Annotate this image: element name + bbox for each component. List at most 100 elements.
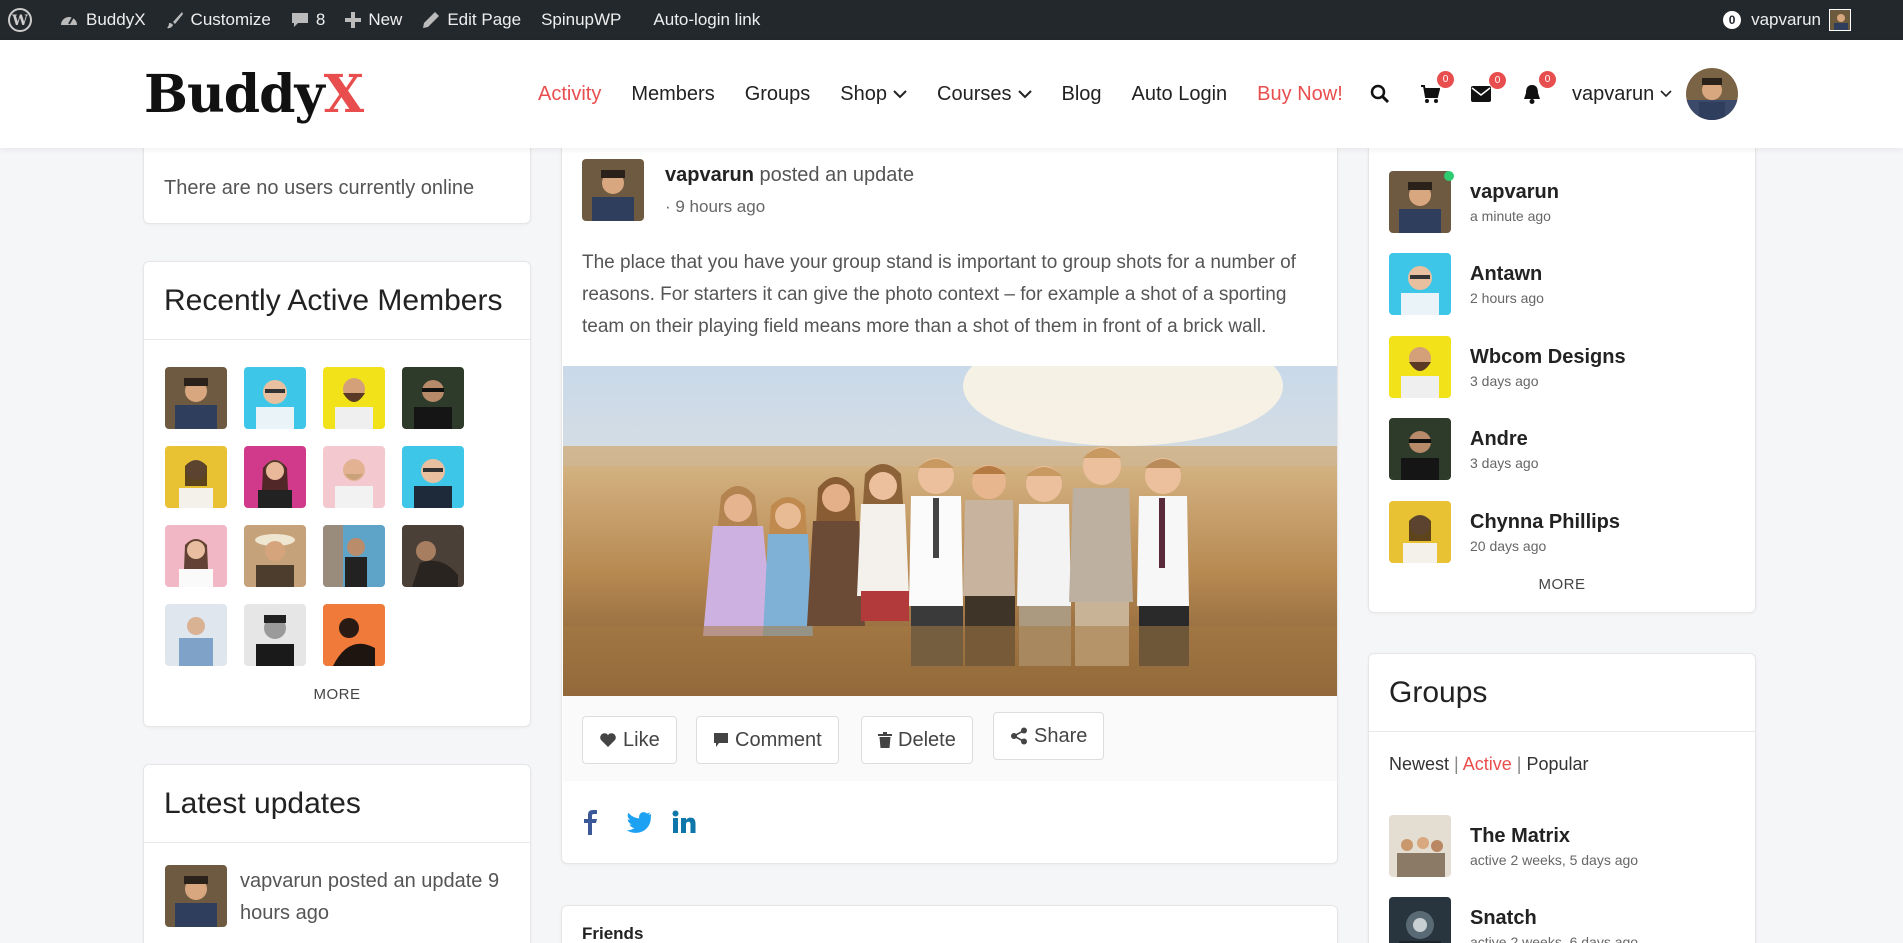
share-label: Share [1034,724,1088,747]
latest-updates-title: Latest updates [144,765,530,843]
member-avatar[interactable] [402,446,464,508]
nav-members[interactable]: Members [631,83,714,106]
member-item[interactable]: Wbcom Designs 3 days ago [1389,336,1626,398]
new-label: New [368,10,403,29]
messages-icon[interactable]: 0 [1470,72,1506,103]
nav-groups[interactable]: Groups [745,83,811,106]
member-avatar[interactable] [244,367,306,429]
member-avatar[interactable] [165,446,227,508]
member-item[interactable]: Antawn 2 hours ago [1389,253,1544,315]
group-avatar[interactable] [1389,815,1451,877]
admin-user-avatar [1829,9,1851,31]
linkedin-icon[interactable] [672,810,696,834]
delete-button[interactable]: Delete [861,716,973,764]
member-avatar[interactable] [244,525,306,587]
group-item[interactable]: The Matrix active 2 weeks, 5 days ago [1389,815,1638,877]
share-button[interactable]: Share [993,712,1105,760]
members-more-link[interactable]: MORE [1369,576,1755,593]
comment-icon [291,13,308,27]
cart-icon[interactable]: 0 [1420,71,1454,104]
edit-page-label: Edit Page [447,10,522,29]
post-timestamp[interactable]: · 9 hours ago [665,197,765,217]
online-status-dot [1444,171,1454,181]
site-name-link[interactable]: BuddyX [49,0,156,40]
nav-buy-now[interactable]: Buy Now! [1257,83,1343,106]
group-avatar[interactable] [1389,897,1451,943]
twitter-icon[interactable] [626,811,652,833]
member-name[interactable]: vapvarun [1470,181,1559,204]
member-avatar[interactable] [165,525,227,587]
group-last-active: active 2 weeks, 6 days ago [1470,933,1639,943]
like-button[interactable]: Like [582,716,677,764]
auto-login-link[interactable]: Auto-login link [643,0,770,40]
search-icon[interactable] [1370,84,1390,104]
member-item[interactable]: vapvarun a minute ago [1389,171,1559,233]
facebook-icon[interactable] [582,809,598,835]
notifications-icon[interactable]: 0 [1522,71,1556,104]
comment-button[interactable]: Comment [696,716,839,764]
activity-post-card: vapvarun posted an update · 9 hours ago … [561,120,1338,864]
latest-updates-widget: Latest updates vapvarun posted an update… [143,764,531,943]
member-last-active: a minute ago [1470,207,1551,224]
post-author-link[interactable]: vapvarun [665,164,754,186]
member-name[interactable]: Wbcom Designs [1470,346,1626,369]
member-last-active: 3 days ago [1470,372,1539,389]
filter-newest[interactable]: Newest [1389,754,1449,774]
filter-active[interactable]: Active [1463,754,1512,774]
recent-members-more-link[interactable]: MORE [144,686,530,703]
latest-update-avatar[interactable] [165,865,227,927]
group-name[interactable]: The Matrix [1470,825,1638,848]
member-avatar[interactable] [1389,336,1451,398]
member-name[interactable]: Chynna Phillips [1470,511,1620,534]
post-image[interactable] [563,366,1337,696]
recently-active-title: Recently Active Members [144,262,530,340]
site-logo[interactable]: BuddyX [144,64,364,125]
member-avatar[interactable] [1389,501,1451,563]
header-user-name: vapvarun [1572,82,1655,105]
nav-courses[interactable]: Courses [937,82,1032,106]
comment-label: Comment [735,728,822,751]
filter-separator: | [1516,754,1522,774]
messages-count-badge: 0 [1489,72,1506,89]
nav-blog[interactable]: Blog [1062,83,1102,106]
member-avatar[interactable] [165,604,227,666]
member-name[interactable]: Andre [1470,428,1539,451]
member-item[interactable]: Andre 3 days ago [1389,418,1539,480]
member-avatar[interactable] [244,604,306,666]
notification-count-badge[interactable]: 0 [1723,11,1742,29]
comments-link[interactable]: 8 [281,0,335,40]
member-avatar[interactable] [1389,418,1451,480]
nav-activity[interactable]: Activity [538,83,601,106]
admin-bar-account[interactable]: 0 vapvarun [1723,0,1851,40]
group-name[interactable]: Snatch [1470,907,1638,930]
filter-popular[interactable]: Popular [1527,754,1589,774]
member-item[interactable]: Chynna Phillips 20 days ago [1389,501,1620,563]
new-content-link[interactable]: New [335,0,412,40]
member-avatar[interactable] [165,367,227,429]
member-avatar[interactable] [323,604,385,666]
member-avatar[interactable] [402,525,464,587]
nav-courses-label: Courses [937,82,1012,105]
member-last-active: 3 days ago [1470,454,1539,471]
nav-auto-login[interactable]: Auto Login [1132,83,1228,106]
member-avatar[interactable] [323,525,385,587]
member-name[interactable]: Antawn [1470,263,1544,286]
admin-user-name[interactable]: vapvarun [1751,10,1821,30]
member-avatar[interactable] [1389,253,1451,315]
member-avatar[interactable] [402,367,464,429]
edit-page-link[interactable]: Edit Page [412,0,531,40]
group-item[interactable]: Snatch active 2 weeks, 6 days ago [1389,897,1638,943]
nav-shop[interactable]: Shop [840,83,907,106]
user-menu[interactable]: vapvarun [1572,68,1739,120]
member-avatar[interactable] [323,367,385,429]
latest-update-user-link[interactable]: vapvarun [240,870,322,892]
customize-link[interactable]: Customize [156,0,281,40]
spinupwp-link[interactable]: SpinupWP [531,0,631,40]
member-avatar[interactable] [323,446,385,508]
wordpress-logo-icon[interactable]: W [0,0,49,40]
member-avatar[interactable] [1389,171,1451,233]
member-avatar[interactable] [244,446,306,508]
post-author-avatar[interactable] [582,159,644,221]
groups-widget-title: Groups [1369,654,1755,732]
customize-label: Customize [190,10,271,29]
